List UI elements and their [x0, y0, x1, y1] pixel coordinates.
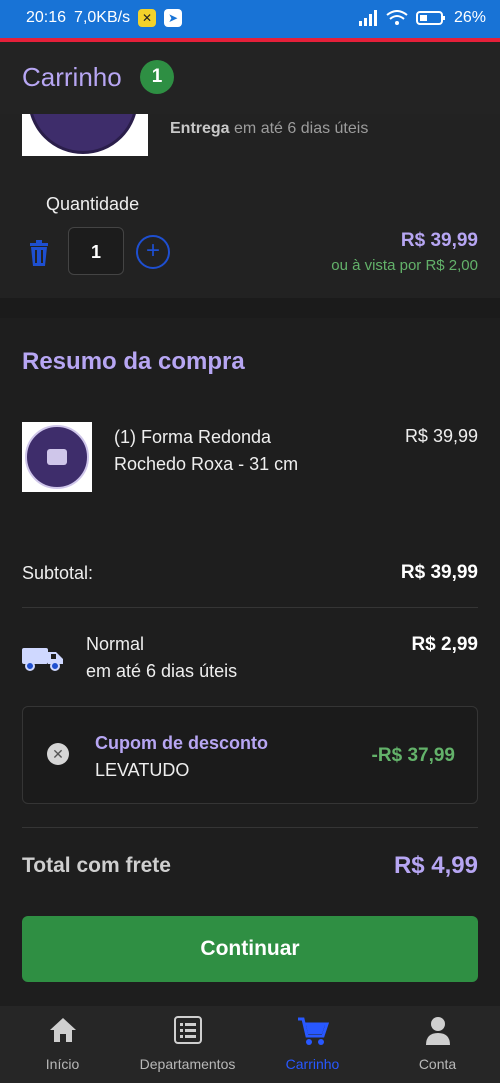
battery-percent: 26% [453, 9, 486, 26]
item-price: R$ 39,99 [400, 230, 478, 251]
summary-item-line1: (1) Forma Redonda [114, 427, 272, 447]
divider [22, 607, 478, 608]
cash-price: ou à vista por R$ 2,00 [331, 257, 478, 274]
bottom-nav: Início Departamentos Carrinho Conta [0, 1006, 500, 1083]
summary-item-image [22, 422, 92, 492]
battery-icon [415, 11, 445, 25]
status-speed: 7,0KB/s [74, 9, 131, 26]
cart-count-badge: 1 [140, 60, 174, 94]
nav-label: Departamentos [139, 1056, 236, 1072]
nav-tab-conta[interactable]: Conta [375, 1006, 500, 1083]
subtotal-value: R$ 39,99 [400, 562, 478, 583]
nav-tab-departamentos[interactable]: Departamentos [125, 1006, 250, 1083]
coupon-discount: -R$ 37,99 [371, 745, 455, 766]
app-notification-icon: ✕ [138, 9, 157, 27]
remove-coupon-icon[interactable]: ✕ [47, 743, 69, 765]
status-bar: 20:16 7,0KB/s ✕ ➤ 26% [0, 0, 500, 38]
coupon-code: LEVATUDO [95, 760, 190, 780]
home-icon [49, 1018, 76, 1042]
truck-icon [22, 648, 63, 671]
summary-title: Resumo da compra [22, 348, 245, 375]
delivery-info: Entrega em até 6 dias úteis [170, 120, 368, 138]
purchase-summary: Resumo da compra (1) Forma Redonda Roche… [0, 318, 500, 1006]
nav-label: Conta [418, 1056, 457, 1072]
summary-item-price: R$ 39,99 [404, 426, 478, 446]
wifi-icon [386, 10, 408, 25]
status-time: 20:16 [26, 9, 67, 26]
signal-icon [358, 10, 377, 26]
nav-label: Início [45, 1056, 80, 1072]
divider [22, 827, 478, 828]
coupon-box: ✕ Cupom de desconto LEVATUDO -R$ 37,99 [22, 706, 478, 804]
cart-icon [297, 1017, 329, 1045]
cart-item-card: Entrega em até 6 dias úteis Quantidade 1… [0, 114, 500, 298]
summary-item-name: (1) Forma Redonda Rochedo Roxa - 31 cm [114, 424, 324, 478]
user-icon [425, 1017, 450, 1045]
delivery-prefix: Entrega [170, 120, 230, 137]
page-title: Carrinho [22, 62, 122, 92]
trash-icon[interactable] [28, 240, 50, 266]
shipping-method: Normal [86, 634, 145, 654]
increase-quantity-button[interactable]: + [136, 235, 170, 269]
subtotal-label: Subtotal: [22, 563, 94, 583]
quantity-input[interactable]: 1 [68, 227, 124, 275]
app-header: Carrinho 1 [0, 42, 500, 114]
quantity-label: Quantidade [46, 194, 140, 214]
total-value: R$ 4,99 [393, 852, 478, 879]
coupon-title: Cupom de desconto [95, 733, 269, 753]
telegram-icon: ➤ [164, 9, 183, 27]
list-icon [173, 1016, 202, 1044]
shipping-price: R$ 2,99 [411, 634, 478, 655]
delivery-text: em até 6 dias úteis [234, 120, 369, 137]
total-label: Total com frete [22, 854, 171, 877]
continue-button[interactable]: Continuar [22, 916, 478, 982]
product-image[interactable] [22, 114, 148, 156]
nav-label: Carrinho [285, 1056, 340, 1072]
summary-item-line2: Rochedo Roxa - 31 cm [114, 454, 299, 474]
nav-tab-inicio[interactable]: Início [0, 1006, 125, 1083]
nav-tab-carrinho[interactable]: Carrinho [250, 1006, 375, 1083]
shipping-time: em até 6 dias úteis [86, 661, 238, 681]
